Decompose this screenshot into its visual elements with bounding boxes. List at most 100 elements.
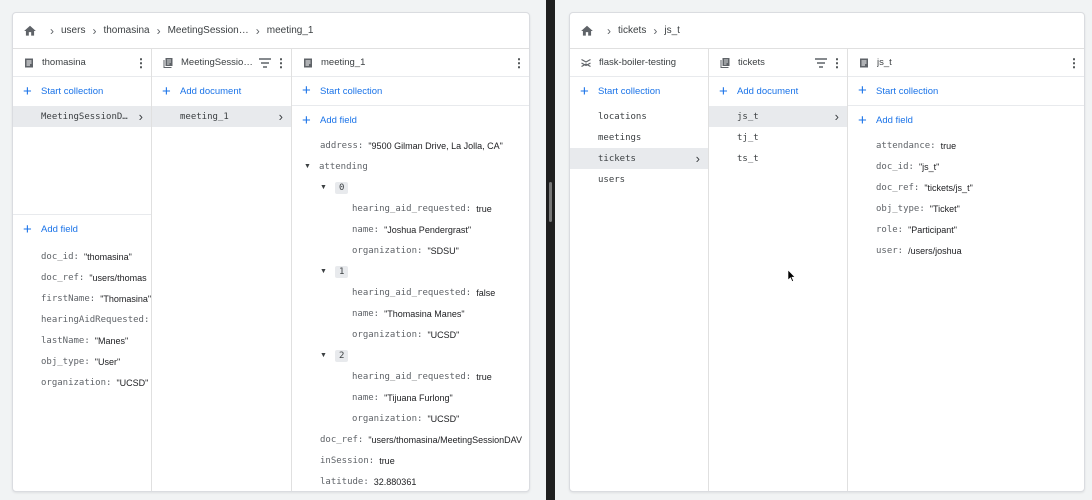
more-vert-icon[interactable]: ⋮ [1068,57,1080,69]
document-item[interactable]: ts_t [709,148,847,169]
document-item[interactable]: tj_t [709,127,847,148]
field-row[interactable]: doc_ref: "tickets/js_t" [876,177,1084,198]
field-row[interactable]: organization: "UCSD" [352,408,529,429]
field-row[interactable]: obj_type: "User" [41,351,151,372]
start-collection-button[interactable]: + Start collection [570,77,708,106]
field-key: obj_type: [41,356,90,367]
document-icon [304,58,312,67]
field-row[interactable]: hearing_aid_requested: false [352,282,529,303]
field-row[interactable]: user: /users/joshua [876,240,1084,261]
breadcrumb-item[interactable]: MeetingSession… [168,25,249,36]
split-divider[interactable] [546,0,555,500]
field-row[interactable]: doc_ref: "users/thomasina/MeetingSessionD… [320,429,529,450]
more-vert-icon[interactable]: ⋮ [831,57,843,69]
start-collection-button[interactable]: + Start collection [13,77,151,106]
column-header: MeetingSession… ⋮ [152,49,291,77]
firestore-panel-left: › users › thomasina › MeetingSession… › … [12,12,530,492]
add-field-button[interactable]: + Add field [13,215,151,244]
caret-down-icon[interactable]: ▼ [304,163,311,170]
caret-down-icon[interactable]: ▼ [320,268,327,275]
start-collection-button[interactable]: + Start collection [292,77,529,106]
plus-icon: + [162,82,171,100]
field-row[interactable]: organization: "UCSD" [352,324,529,345]
field-key: firstName: [41,293,96,304]
collection-item[interactable]: locations [570,106,708,127]
drag-handle[interactable] [549,182,552,222]
caret-down-icon[interactable]: ▼ [320,352,327,359]
field-value: false [476,287,496,298]
collection-item[interactable]: meetings [570,127,708,148]
more-vert-icon[interactable]: ⋮ [513,57,525,69]
field-row[interactable]: doc_ref: "users/thomas [41,267,151,288]
field-key: name: [352,308,380,319]
field-row[interactable]: name: "Joshua Pendergrast" [352,219,529,240]
field-row[interactable]: role: "Participant" [876,219,1084,240]
field-row[interactable]: obj_type: "Ticket" [876,198,1084,219]
home-icon[interactable] [580,24,594,38]
field-value: "Manes" [94,335,129,346]
add-field-button[interactable]: + Add field [848,106,1084,135]
field-key: doc_id: [876,161,914,172]
field-value: "tickets/js_t" [924,182,973,193]
document-icon [25,58,33,67]
filter-icon[interactable] [815,57,827,68]
field-row[interactable]: name: "Tijuana Furlong" [352,387,529,408]
home-icon[interactable] [23,24,37,38]
column-title: meeting_1 [321,57,366,68]
field-row[interactable]: latitude: 32.880361 [320,471,529,491]
field-key: doc_ref: [41,272,85,283]
field-row[interactable]: attendance: true [876,135,1084,156]
field-key: doc_id: [41,251,79,262]
list-item-label: js_t [737,111,759,122]
breadcrumb: › users › thomasina › MeetingSession… › … [13,13,529,49]
collection-column: MeetingSession… ⋮ + Add document meeting… [152,49,292,491]
column-header: tickets ⋮ [709,49,847,77]
field-row[interactable]: hearingAidRequested: [41,309,151,330]
list-item-label: meetings [598,132,642,143]
field-row[interactable]: lastName: "Manes" [41,330,151,351]
add-document-button[interactable]: + Add document [709,77,847,106]
field-row[interactable]: name: "Thomasina Manes" [352,303,529,324]
root-column: flask-boiler-testing + Start collection … [570,49,709,491]
field-row[interactable]: inSession: true [320,450,529,471]
field-row[interactable]: ▼ attending [304,156,529,177]
add-field-button[interactable]: + Add field [292,106,529,135]
field-row[interactable]: hearing_aid_requested: true [352,366,529,387]
field-row[interactable]: organization: "SDSU" [352,240,529,261]
array-entry[interactable]: ▼ 0 [320,177,529,198]
field-row[interactable]: organization: "UCSD" [41,372,151,393]
collection-item[interactable]: tickets › [570,148,708,169]
breadcrumb-item[interactable]: tickets [618,25,646,36]
column-header: js_t ⋮ [848,49,1084,77]
caret-down-icon[interactable]: ▼ [320,184,327,191]
database-icon [581,58,591,67]
breadcrumb-item[interactable]: meeting_1 [267,25,314,36]
list-item[interactable]: MeetingSessionD… › [13,106,151,127]
field-row[interactable]: firstName: "Thomasina" [41,288,151,309]
field-value: "SDSU" [427,245,459,256]
field-value: "UCSD" [427,413,460,424]
more-vert-icon[interactable]: ⋮ [135,57,147,69]
collection-item[interactable]: users [570,169,708,190]
breadcrumb-item[interactable]: users [61,25,85,36]
array-entry[interactable]: ▼ 1 [320,261,529,282]
collection-column: tickets ⋮ + Add document js_t › tj_t ts_t [709,49,848,491]
field-row[interactable]: doc_id: "thomasina" [41,246,151,267]
breadcrumb-item[interactable]: thomasina [103,25,149,36]
list-item-label: MeetingSessionD… [41,111,128,122]
field-row[interactable]: hearing_aid_requested: true [352,198,529,219]
list-item[interactable]: meeting_1 › [152,106,291,127]
breadcrumb-item[interactable]: js_t [664,25,680,36]
chevron-right-icon: › [92,23,97,38]
add-document-button[interactable]: + Add document [152,77,291,106]
field-value: true [476,371,492,382]
start-collection-button[interactable]: + Start collection [848,77,1084,106]
field-row[interactable]: doc_id: "js_t" [876,156,1084,177]
chevron-right-icon: › [607,23,611,38]
array-entry[interactable]: ▼ 2 [320,345,529,366]
start-collection-label: Start collection [320,85,383,97]
document-item[interactable]: js_t › [709,106,847,127]
field-row[interactable]: address: "9500 Gilman Drive, La Jolla, CA… [320,135,529,156]
more-vert-icon[interactable]: ⋮ [275,57,287,69]
filter-icon[interactable] [259,57,271,68]
